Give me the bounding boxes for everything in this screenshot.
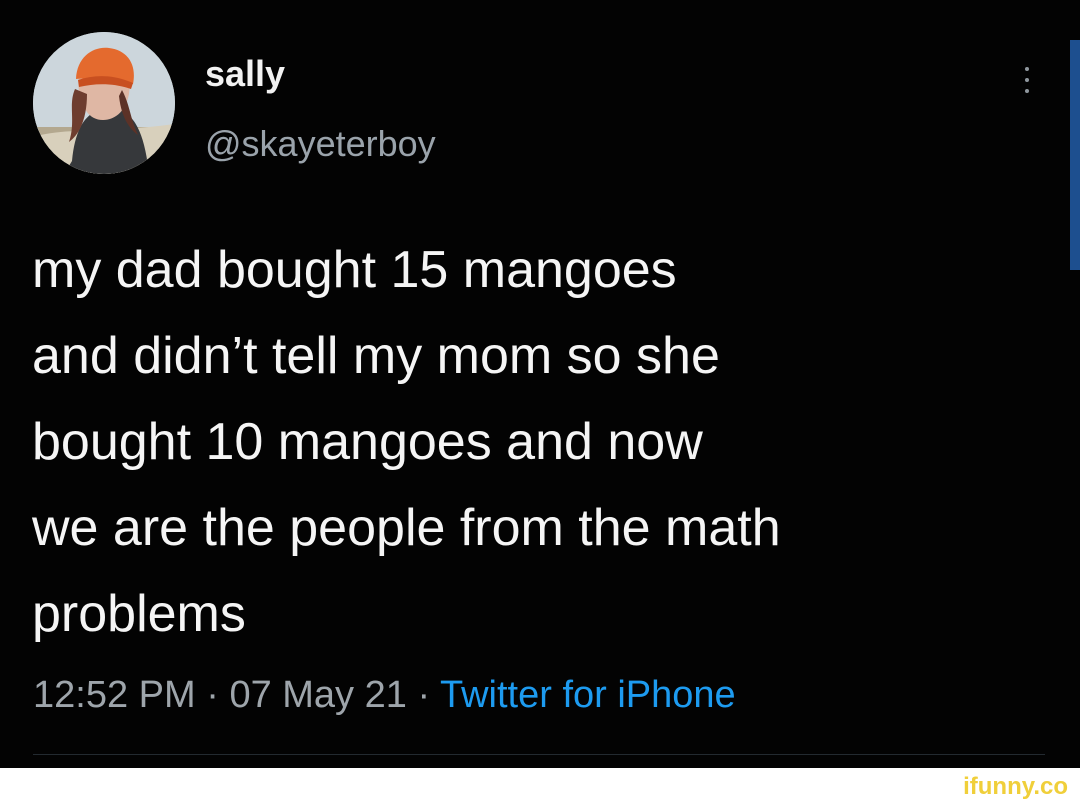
tweet-text-line: we are the people from the math: [32, 499, 781, 557]
tweet-text-line: my dad bought 15 mangoes: [32, 241, 677, 299]
vertical-ellipsis-icon: [1025, 67, 1029, 71]
tweet-source-link[interactable]: Twitter for iPhone: [440, 674, 736, 716]
ifunny-watermark: ifunny.co: [963, 773, 1068, 800]
user-handle[interactable]: @skayeterboy: [205, 122, 436, 166]
tweet-text-line: bought 10 mangoes and now: [32, 413, 703, 471]
side-edge-accent: [1070, 40, 1080, 270]
divider: [33, 754, 1045, 755]
tweet-date[interactable]: 07 May 21: [229, 674, 406, 716]
metadata-separator: [219, 674, 230, 716]
watermark-bar: [0, 768, 1080, 800]
tweet-text-line: and didn’t tell my mom so she: [32, 327, 720, 385]
tweet-metadata: 12:52 PM · 07 May 21 · Twitter for iPhon…: [33, 670, 736, 720]
metadata-separator: ·: [206, 674, 219, 716]
tweet-card: sally @skayeterboy my dad bought 15 mang…: [0, 0, 1080, 768]
tweet-time[interactable]: 12:52 PM: [33, 674, 196, 716]
screenshot-page: sally @skayeterboy my dad bought 15 mang…: [0, 0, 1080, 800]
more-options-button[interactable]: [1010, 58, 1044, 102]
vertical-ellipsis-icon: [1025, 89, 1029, 93]
avatar[interactable]: [33, 32, 175, 174]
tweet-text-line: problems: [32, 585, 246, 643]
metadata-separator: ·: [417, 674, 431, 716]
display-name[interactable]: sally: [205, 52, 285, 96]
metadata-separator: [430, 674, 440, 716]
vertical-ellipsis-icon: [1025, 78, 1029, 82]
tweet-text: my dad bought 15 mangoes and didn’t tell…: [32, 227, 1052, 657]
